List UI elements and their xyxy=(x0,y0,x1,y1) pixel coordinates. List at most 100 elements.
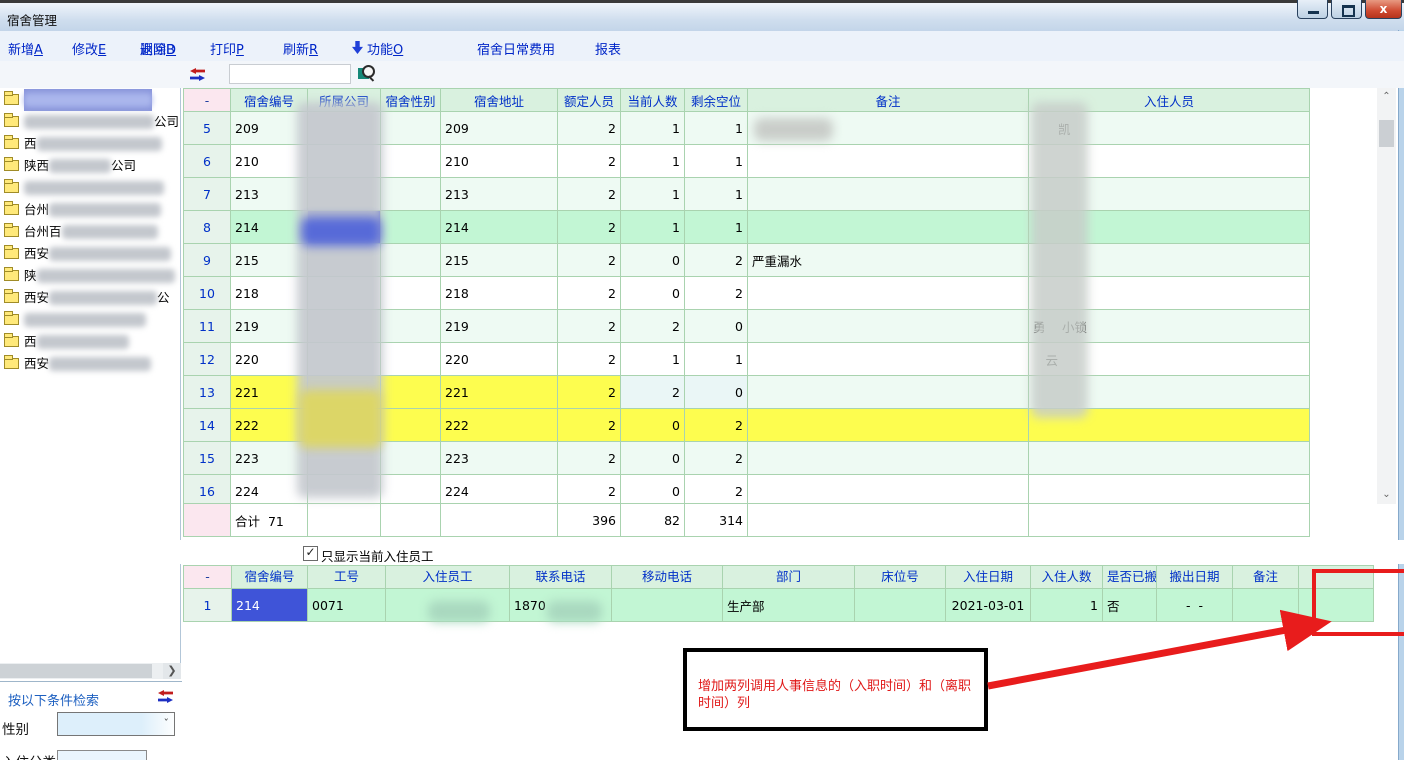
dorm-row[interactable]: 9 215 215 2 0 2 严重漏水 xyxy=(184,244,1310,277)
tree-item-company[interactable]: 西 xyxy=(0,330,180,352)
dorm-row[interactable]: 15 223 223 2 0 2 xyxy=(184,442,1310,475)
tree-item-company[interactable]: 西安公 xyxy=(0,286,180,308)
remark-cell[interactable]: 严重漏水 xyxy=(748,244,1029,277)
dorm-row[interactable]: 14 222 222 2 0 2 xyxy=(184,409,1310,442)
resident-cell[interactable] xyxy=(1029,442,1310,475)
quota-cell[interactable]: 2 xyxy=(558,376,621,409)
dorm-gender-cell[interactable] xyxy=(381,211,441,244)
dorm-address-cell[interactable]: 222 xyxy=(441,409,558,442)
remark-cell[interactable] xyxy=(748,310,1029,343)
dorm-no-cell[interactable]: 214 xyxy=(232,589,308,622)
dorm-gender-cell[interactable] xyxy=(381,244,441,277)
dorm-gender-cell[interactable] xyxy=(381,112,441,145)
column-header[interactable]: 所属公司 xyxy=(308,89,381,112)
search-magnifier-icon[interactable] xyxy=(358,65,377,83)
resident-cell[interactable]: 云 xyxy=(1029,343,1310,376)
column-header[interactable]: 入住员工 xyxy=(386,566,510,589)
resident-cell[interactable] xyxy=(1029,178,1310,211)
tree-item-company[interactable]: 西安 xyxy=(0,352,180,374)
company-cell[interactable] xyxy=(308,211,381,244)
mobile-cell[interactable] xyxy=(612,589,723,622)
gender-select[interactable]: ˇ xyxy=(57,712,175,736)
vacancy-cell[interactable]: 2 xyxy=(685,475,748,504)
toolbar-button[interactable]: 打印P xyxy=(210,39,244,58)
dorm-row[interactable]: 11 219 219 2 2 0 勇 小锁 xyxy=(184,310,1310,343)
column-header[interactable]: 备注 xyxy=(748,89,1029,112)
vacancy-cell[interactable]: 1 xyxy=(685,211,748,244)
current-count-cell[interactable]: 0 xyxy=(621,442,685,475)
company-cell[interactable] xyxy=(308,409,381,442)
quota-cell[interactable]: 2 xyxy=(558,277,621,310)
remark-cell[interactable] xyxy=(1233,589,1299,622)
dorm-row[interactable]: 16 224 224 2 0 2 xyxy=(184,475,1310,504)
vacancy-cell[interactable]: 2 xyxy=(685,442,748,475)
remark-cell[interactable] xyxy=(748,376,1029,409)
toolbar-button[interactable]: 报表 xyxy=(595,39,621,58)
tree-item-company[interactable] xyxy=(0,88,180,110)
quota-cell[interactable]: 2 xyxy=(558,475,621,504)
toolbar-button[interactable]: 刷新R xyxy=(283,39,318,58)
tree-item-company[interactable]: 陕 xyxy=(0,264,180,286)
tree-item-company[interactable]: 台州 xyxy=(0,198,180,220)
dorm-address-cell[interactable]: 223 xyxy=(441,442,558,475)
column-header[interactable]: - xyxy=(184,566,232,589)
column-header[interactable]: 宿舍地址 xyxy=(441,89,558,112)
company-cell[interactable] xyxy=(308,376,381,409)
second-filter-input[interactable] xyxy=(57,750,147,760)
employee-no-cell[interactable]: 0071 xyxy=(308,589,386,622)
tree-item-company[interactable]: 西安 xyxy=(0,242,180,264)
toolbar-button[interactable]: 修改E xyxy=(72,39,106,58)
tree-item-company[interactable]: 台州百 xyxy=(0,220,180,242)
department-cell[interactable]: 生产部 xyxy=(723,589,855,622)
resident-cell[interactable] xyxy=(1029,244,1310,277)
resident-cell[interactable] xyxy=(1029,409,1310,442)
vacancy-cell[interactable]: 1 xyxy=(685,112,748,145)
dorm-gender-cell[interactable] xyxy=(381,178,441,211)
dorm-address-cell[interactable]: 215 xyxy=(441,244,558,277)
dorm-gender-cell[interactable] xyxy=(381,409,441,442)
resident-cell[interactable]: 凯 xyxy=(1029,112,1310,145)
dorm-row[interactable]: 13 221 221 2 2 0 xyxy=(184,376,1310,409)
vacancy-cell[interactable]: 1 xyxy=(685,343,748,376)
quota-cell[interactable]: 2 xyxy=(558,112,621,145)
scroll-up-arrow-icon[interactable]: ⌃ xyxy=(1377,88,1396,106)
current-count-cell[interactable]: 1 xyxy=(621,112,685,145)
column-header[interactable]: 搬出日期 xyxy=(1157,566,1233,589)
dorm-no-cell[interactable]: 224 xyxy=(231,475,308,504)
remark-cell[interactable] xyxy=(748,211,1029,244)
company-cell[interactable] xyxy=(308,244,381,277)
remark-cell[interactable] xyxy=(748,409,1029,442)
moveout-date-cell[interactable]: - - xyxy=(1157,589,1233,622)
toolbar-button[interactable]: 功能O xyxy=(367,39,403,58)
dorm-gender-cell[interactable] xyxy=(381,475,441,504)
column-header[interactable]: 备注 xyxy=(1233,566,1299,589)
resident-cell[interactable] xyxy=(1029,475,1310,504)
vacancy-cell[interactable]: 1 xyxy=(685,145,748,178)
tree-item-company[interactable] xyxy=(0,308,180,330)
resident-name-cell[interactable] xyxy=(386,589,510,622)
resident-row[interactable]: 1 214 0071 1870 生产部 2021-03-01 1 否 - - xyxy=(184,589,1374,622)
quota-cell[interactable]: 2 xyxy=(558,310,621,343)
tree-item-company[interactable]: 公司 xyxy=(0,110,180,132)
column-header[interactable]: 额定人员 xyxy=(558,89,621,112)
remark-cell[interactable] xyxy=(748,343,1029,376)
current-count-cell[interactable]: 1 xyxy=(621,178,685,211)
current-count-cell[interactable]: 2 xyxy=(621,310,685,343)
scroll-right-arrow-icon[interactable]: ❯ xyxy=(163,663,181,679)
company-cell[interactable] xyxy=(308,310,381,343)
back-button[interactable]: 返回B xyxy=(140,39,175,58)
company-cell[interactable] xyxy=(308,145,381,178)
count-cell[interactable]: 1 xyxy=(1031,589,1103,622)
checkin-date-cell[interactable]: 2021-03-01 xyxy=(946,589,1031,622)
vacancy-cell[interactable]: 2 xyxy=(685,409,748,442)
vacancy-cell[interactable]: 2 xyxy=(685,277,748,310)
column-header[interactable]: 入住人数 xyxy=(1031,566,1103,589)
quota-cell[interactable]: 2 xyxy=(558,244,621,277)
dorm-address-cell[interactable]: 218 xyxy=(441,277,558,310)
tree-item-company[interactable]: 西 xyxy=(0,132,180,154)
company-cell[interactable] xyxy=(308,475,381,504)
tree-item-company[interactable] xyxy=(0,176,180,198)
dorm-no-cell[interactable]: 214 xyxy=(231,211,308,244)
dorm-gender-cell[interactable] xyxy=(381,343,441,376)
current-count-cell[interactable]: 0 xyxy=(621,277,685,310)
